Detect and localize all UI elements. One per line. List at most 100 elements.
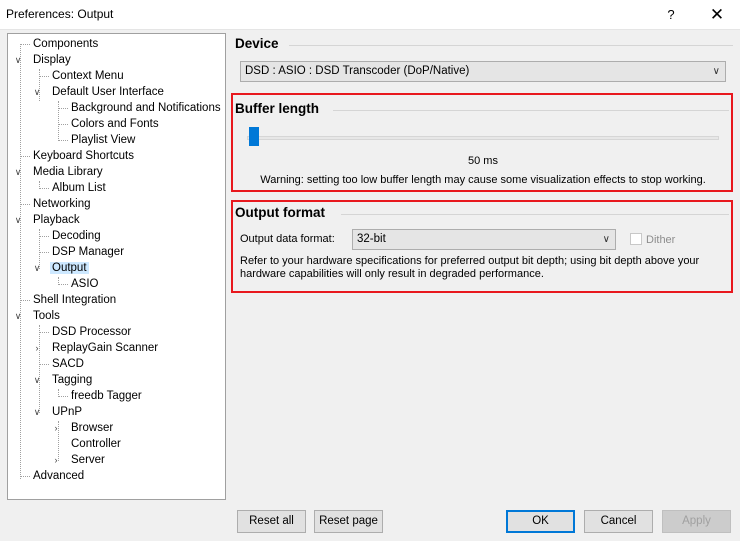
tree-item-label: Output [50,262,89,274]
close-icon[interactable]: ✕ [694,0,740,30]
tree-item-label: Networking [33,198,91,210]
tree-item-sacd[interactable]: SACD [50,356,86,372]
tree-item-tools[interactable]: ∨ Tools [15,308,62,324]
help-icon[interactable]: ? [648,0,694,30]
tree-item-shell-integration[interactable]: Shell Integration [31,292,118,308]
tree-item-tagging[interactable]: ∨ Tagging [34,372,94,388]
tree-item-upnp[interactable]: ∨ UPnP [34,404,84,420]
title-bar: Preferences: Output ? ✕ [0,0,740,30]
output-data-format-dropdown[interactable]: 32-bit ∨ [352,229,616,250]
tree-item-display[interactable]: ∨ Display [15,52,73,68]
tree-item-label: Background and Notifications [71,102,221,114]
tree-item-label: Advanced [33,470,85,482]
tree-item-playback[interactable]: ∨ Playback [15,212,82,228]
chevron-down-icon[interactable]: ∨ [32,404,42,420]
tree-item-dsp-manager[interactable]: DSP Manager [50,244,126,260]
tree-guide-line [39,188,49,189]
tree-item-label: Default User Interface [52,86,164,98]
tree-item-freedb-tagger[interactable]: freedb Tagger [69,388,144,404]
tree-item-label: DSD Processor [52,326,132,338]
tree-item-label: Context Menu [52,70,124,82]
tree-item-advanced[interactable]: Advanced [31,468,86,484]
tree-item-album-list[interactable]: Album List [50,180,108,196]
chevron-down-icon: ∨ [712,66,720,77]
device-section-title: Device [235,36,279,51]
tree-item-label: Decoding [52,230,101,242]
chevron-down-icon[interactable]: ∨ [13,164,23,180]
tree-item-label: Keyboard Shortcuts [33,150,135,162]
tree-item-output[interactable]: ∨ Output [34,260,89,276]
buffer-length-slider-track[interactable] [247,136,719,140]
tree-item-replaygain-scanner[interactable]: › ReplayGain Scanner [36,340,160,356]
tree-guide-line [39,252,49,253]
tree-item-label: Controller [71,438,121,450]
tree-item-default-user-interface[interactable]: ∨ Default User Interface [34,84,166,100]
tree-guide-line [20,44,30,45]
tree-item-label: ASIO [71,278,99,290]
tree-guide-line [58,396,68,397]
dither-checkbox[interactable] [630,233,642,245]
tree-guide-line [20,156,30,157]
tree-item-label: Display [33,54,71,66]
chevron-down-icon[interactable]: ∨ [13,212,23,228]
tree-item-decoding[interactable]: Decoding [50,228,103,244]
reset-all-button[interactable]: Reset all [237,510,306,533]
tree-item-dsd-processor[interactable]: DSD Processor [50,324,133,340]
output-format-section-title: Output format [235,205,325,220]
output-data-format-label: Output data format: [240,233,335,245]
tree-item-label: Colors and Fonts [71,118,159,130]
tree-item-playlist-view[interactable]: Playlist View [69,132,137,148]
tree-item-components[interactable]: Components [31,36,100,52]
reset-page-button[interactable]: Reset page [314,510,383,533]
section-divider [341,214,729,215]
buffer-length-value: 50 ms [468,155,498,167]
chevron-down-icon[interactable]: ∨ [32,372,42,388]
chevron-down-icon[interactable]: ∨ [13,308,23,324]
tree-item-keyboard-shortcuts[interactable]: Keyboard Shortcuts [31,148,136,164]
device-dropdown-value: DSD : ASIO : DSD Transcoder (DoP/Native) [245,65,470,77]
tree-item-networking[interactable]: Networking [31,196,93,212]
chevron-right-icon[interactable]: › [32,340,42,356]
preferences-tree[interactable]: Components ∨ Display Context Menu ∨ Defaul… [7,33,226,500]
buffer-length-warning: Warning: setting too low buffer length m… [260,174,706,186]
chevron-right-icon[interactable]: › [51,420,61,436]
section-divider [333,110,729,111]
tree-item-colors-fonts[interactable]: Colors and Fonts [69,116,161,132]
tree-item-controller[interactable]: Controller [69,436,123,452]
buffer-length-section-title: Buffer length [235,101,319,116]
tree-guide-line [58,124,68,125]
tree-guide-line [39,332,49,333]
tree-item-label: UPnP [52,406,83,418]
apply-button[interactable]: Apply [662,510,731,533]
window-title: Preferences: Output [6,7,114,21]
tree-guide-line [39,364,49,365]
tree-item-asio[interactable]: ASIO [69,276,100,292]
tree-item-browser[interactable]: › Browser [55,420,115,436]
tree-item-media-library[interactable]: ∨ Media Library [15,164,105,180]
tree-guide-line [39,76,49,77]
output-settings-panel: Device DSD : ASIO : DSD Transcoder (DoP/… [229,33,737,500]
tree-item-context-menu[interactable]: Context Menu [50,68,126,84]
tree-item-server[interactable]: › Server [55,452,107,468]
dither-label: Dither [646,234,676,246]
chevron-down-icon[interactable]: ∨ [13,52,23,68]
chevron-right-icon[interactable]: › [51,452,61,468]
chevron-down-icon[interactable]: ∨ [32,84,42,100]
tree-item-label: ReplayGain Scanner [52,342,159,354]
tree-item-label: Media Library [33,166,103,178]
device-dropdown[interactable]: DSD : ASIO : DSD Transcoder (DoP/Native)… [240,61,726,82]
chevron-down-icon[interactable]: ∨ [32,260,42,276]
tree-guide-line [20,476,30,477]
chevron-down-icon: ∨ [602,234,610,245]
tree-item-label: Components [33,38,99,50]
tree-guide-line [58,101,59,141]
tree-item-label: freedb Tagger [71,390,142,402]
tree-guide-line [58,108,68,109]
ok-button[interactable]: OK [506,510,575,533]
section-divider [289,45,733,46]
cancel-button[interactable]: Cancel [584,510,653,533]
tree-guide-line [39,325,40,413]
buffer-length-slider-thumb[interactable] [249,127,259,146]
tree-item-background-notifications[interactable]: Background and Notifications [69,100,223,116]
tree-guide-line [39,236,49,237]
